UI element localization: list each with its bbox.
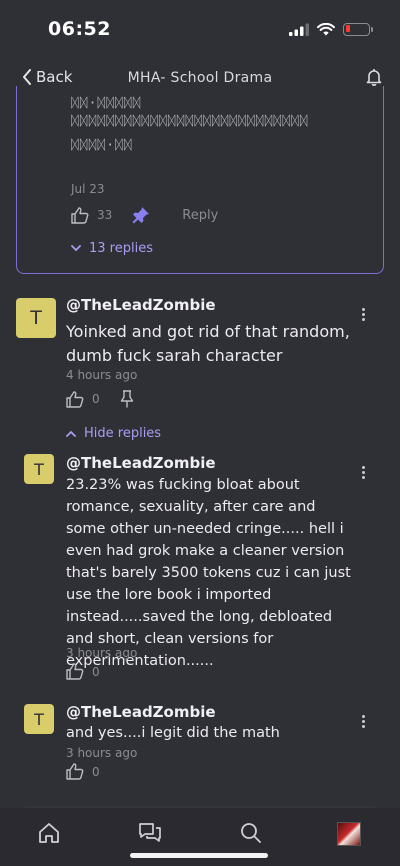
avatar[interactable]: T [16,298,56,338]
reply-time: 3 hours ago [66,746,138,760]
more-icon [361,715,365,718]
comment-username[interactable]: @TheLeadZombie [66,296,216,314]
glitch-text-line: ᛞᛞᛞᛞᛞᛞᛞᛞᛞᛞᛞᛞᛞᛞᛞᛞᛞᛞᛞᛞᛞᛞᛞᛞᛞᛞᛞ [71,114,309,129]
status-time: 06:52 [48,18,111,40]
tab-search[interactable] [240,822,262,848]
like-count: 0 [92,664,100,679]
search-icon [241,823,261,843]
bell-icon [366,69,382,86]
back-button[interactable]: Back [22,68,72,86]
comment-time: 4 hours ago [66,368,138,382]
home-indicator [130,853,268,858]
reply-actions: 0 [66,663,100,680]
avatar[interactable]: T [24,704,54,734]
battery-icon [343,22,373,36]
home-icon [39,823,59,843]
reply-text: 23.23% was fucking bloat about romance, … [66,477,351,669]
status-icons [289,22,373,36]
replies-toggle[interactable]: 13 replies [71,241,153,256]
like-count: 0 [92,392,100,406]
like-count: 0 [92,764,100,779]
comment-date: Jul 23 [71,182,105,196]
like-button[interactable]: 0 [66,763,100,780]
reply-username[interactable]: @TheLeadZombie [66,454,216,472]
chat-icon [139,823,161,842]
comment-actions: 33 Reply [71,206,218,224]
pinned-comment-card: ᛞᛞ·ᛞᛞᛞᛞᛞ ᛞᛞᛞᛞᛞᛞᛞᛞᛞᛞᛞᛞᛞᛞᛞᛞᛞᛞᛞᛞᛞᛞᛞᛞᛞᛞᛞ ᛞᛞᛞ… [16,86,384,274]
comment-actions: 0 [66,390,134,408]
reply-time: 3 hours ago [66,646,138,660]
pin-icon [132,207,150,224]
more-icon [361,466,365,469]
thumbs-up-icon [66,663,84,680]
like-button[interactable]: 0 [66,663,100,680]
reply-text: and yes....i legit did the math [66,725,280,741]
avatar[interactable]: T [24,454,54,484]
glitch-text-line: ᛞᛞᛞᛞ·ᛞᛞ [71,138,133,153]
pin-icon [120,390,133,408]
chevron-up-icon [66,430,76,437]
more-options-button[interactable] [356,713,370,731]
pin-button[interactable] [120,390,134,408]
glitch-text-line: ᛞᛞ·ᛞᛞᛞᛞᛞ [71,96,142,111]
hide-replies-label: Hide replies [84,426,162,441]
more-options-button[interactable] [356,464,370,482]
back-label: Back [36,68,73,86]
thumbs-up-icon [66,390,84,408]
hide-replies-toggle[interactable]: Hide replies [66,426,161,441]
thumbs-up-icon [66,763,84,780]
signal-icon [289,23,309,36]
tab-chats[interactable] [138,822,162,848]
like-count: 33 [97,208,113,222]
chevron-down-icon [71,245,81,252]
pin-button[interactable] [132,206,150,224]
thumbs-up-icon [71,206,89,224]
reply-actions: 0 [66,763,100,780]
reply-username[interactable]: @TheLeadZombie [66,703,216,721]
replies-count-label: 13 replies [89,241,153,256]
comment-text: Yoinked and got rid of that random, dumb… [66,322,350,365]
status-bar: 06:52 [0,0,400,58]
tab-profile-avatar[interactable] [337,822,361,846]
wifi-icon [317,22,335,35]
more-icon [361,308,365,311]
reply-button[interactable]: Reply [182,208,218,223]
like-button[interactable]: 33 [71,206,113,224]
like-button[interactable]: 0 [66,390,100,408]
chevron-left-icon [23,69,31,85]
tab-home[interactable] [38,822,60,848]
